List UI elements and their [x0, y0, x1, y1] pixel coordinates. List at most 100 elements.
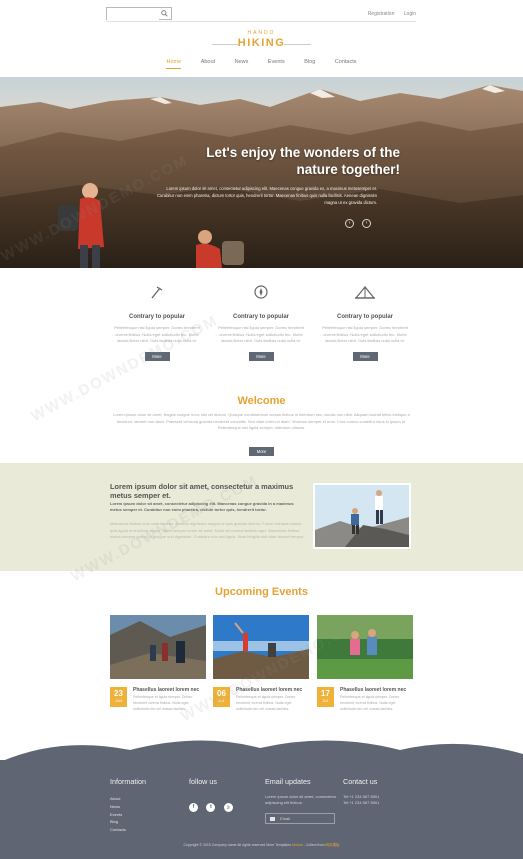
compass-icon: [254, 285, 268, 299]
event-title[interactable]: Phasellus laoreet lorem nec: [340, 687, 414, 693]
event-text: Pellentesque et ligula semper. Donec hen…: [133, 695, 193, 711]
copyright-link-source[interactable]: 网页模板: [326, 843, 340, 847]
site-logo[interactable]: HANDO HIKING: [0, 30, 523, 49]
event-date-badge: 23 JUN: [110, 687, 127, 707]
nav-contacts[interactable]: Contacts: [335, 59, 357, 68]
event-image-forest: [317, 615, 413, 679]
nav-events[interactable]: Events: [268, 59, 285, 68]
copyright-mid: - Collect from: [303, 843, 325, 847]
footer-email: Email updates Lorem ipsum dolor sit amet…: [265, 777, 337, 824]
footer-wave: [0, 740, 523, 762]
nav-home[interactable]: Home: [166, 59, 182, 69]
event-image-summit: [213, 615, 309, 679]
footer-link-events[interactable]: Events: [110, 811, 146, 819]
event-card[interactable]: 06 JUL Phasellus laoreet lorem nec Pelle…: [213, 615, 309, 711]
footer-link-contacts[interactable]: Contacts: [110, 826, 146, 834]
email-input[interactable]: Email: [265, 813, 335, 824]
search-box[interactable]: [106, 7, 172, 26]
footer-information-heading: Information: [110, 777, 146, 786]
logo-divider-right: [284, 44, 311, 45]
event-month: JUL: [322, 699, 329, 703]
hero-title-line2: nature together!: [296, 162, 400, 177]
copyright-text: Copyright © 2015 Company name All rights…: [183, 843, 292, 847]
footer-follow: follow us f t )): [189, 777, 237, 813]
event-text: Pellentesque et ligula semper. Donec hen…: [236, 695, 296, 711]
about-band: [0, 463, 523, 571]
about-photo: [313, 483, 411, 549]
feature-title: Contrary to popular: [336, 314, 393, 320]
event-date-badge: 17 JUL: [317, 687, 334, 707]
slider-next-button[interactable]: ›: [362, 219, 371, 228]
search-icon[interactable]: [161, 10, 168, 17]
account-links: Registration Login: [360, 11, 416, 17]
hero-title: Let's enjoy the wonders of the nature to…: [150, 144, 400, 178]
about-text: Maecenas finibus quis nulla facilisis. A…: [110, 521, 305, 539]
twitter-icon[interactable]: t: [206, 803, 216, 812]
nav-blog[interactable]: Blog: [304, 59, 315, 68]
event-photo[interactable]: [110, 615, 206, 679]
registration-link[interactable]: Registration: [368, 11, 395, 17]
contact-lines: Tel:+1 234 567 8901 Tel:+1 234 567 8901: [343, 794, 379, 806]
welcome-title: Welcome: [237, 395, 286, 407]
footer-information: Information About News Events Blog Conta…: [110, 777, 146, 834]
feature-card: Contrary to popular Pellentesque nisi li…: [314, 284, 416, 363]
logo-divider-left: [212, 44, 239, 45]
logo-tagline: HANDO: [247, 30, 276, 36]
login-link[interactable]: Login: [404, 11, 416, 17]
event-text: Pellentesque et ligula semper. Donec hen…: [340, 695, 400, 711]
nav-about[interactable]: About: [201, 59, 215, 68]
feature-text: Pellentesque nisi ligula semper. Donec h…: [114, 325, 200, 343]
rss-icon[interactable]: )): [223, 803, 233, 812]
footer-email-heading: Email updates: [265, 777, 311, 786]
slider-prev-button[interactable]: ‹: [345, 219, 354, 228]
event-title[interactable]: Phasellus laoreet lorem nec: [133, 687, 207, 693]
footer-contact: Contact us Tel:+1 234 567 8901 Tel:+1 23…: [343, 777, 379, 806]
facebook-icon[interactable]: f: [189, 803, 198, 812]
feature-card: Contrary to popular Pellentesque nisi li…: [106, 284, 208, 363]
footer-contact-heading: Contact us: [343, 777, 378, 786]
topbar-divider: [106, 21, 416, 22]
logo-title: HIKING: [237, 37, 286, 49]
footer-link-about[interactable]: About: [110, 795, 146, 803]
features-section: Contrary to popular Pellentesque nisi li…: [106, 284, 416, 374]
event-day: 17: [321, 689, 330, 698]
trekking-pole-icon: [151, 286, 163, 299]
feature-title: Contrary to popular: [232, 314, 289, 320]
search-input[interactable]: [107, 14, 159, 26]
climbers-image: [315, 485, 409, 547]
about-title: Lorem ipsum dolor sit amet, consectetur …: [110, 482, 294, 500]
event-card[interactable]: 23 JUN Phasellus laoreet lorem nec Pelle…: [110, 615, 206, 711]
feature-more-button[interactable]: More: [352, 351, 378, 361]
feature-text: Pellentesque nisi ligula semper. Donec h…: [218, 325, 304, 343]
feature-text: Pellentesque nisi ligula semper. Donec h…: [322, 325, 408, 343]
footer-email-text: Lorem ipsum dolor sit amet, consectetur …: [265, 794, 337, 805]
events-title: Upcoming Events: [215, 586, 308, 598]
event-title[interactable]: Phasellus laoreet lorem nec: [236, 687, 310, 693]
envelope-icon: [270, 817, 275, 821]
feature-title: Contrary to popular: [128, 314, 185, 320]
event-image-hikers: [110, 615, 206, 679]
feature-card: Contrary to popular Pellentesque nisi li…: [210, 284, 312, 363]
event-date-badge: 06 JUL: [213, 687, 230, 707]
footer-link-blog[interactable]: Blog: [110, 818, 146, 826]
email-placeholder: Email: [280, 816, 291, 821]
footer-link-news[interactable]: News: [110, 803, 146, 811]
feature-more-button[interactable]: More: [248, 351, 274, 361]
event-month: JUN: [115, 699, 122, 703]
welcome-text: Lorem ipsum dolor sit amet, feugiat cong…: [113, 412, 410, 431]
copyright-link-moban[interactable]: Moban: [292, 843, 303, 847]
hero-slider: Let's enjoy the wonders of the nature to…: [0, 77, 523, 268]
event-photo[interactable]: [317, 615, 413, 679]
footer-links: About News Events Blog Contacts: [110, 795, 146, 834]
footer-follow-heading: follow us: [189, 777, 217, 786]
feature-more-button[interactable]: More: [144, 351, 170, 361]
event-photo[interactable]: [213, 615, 309, 679]
event-card[interactable]: 17 JUL Phasellus laoreet lorem nec Pelle…: [317, 615, 413, 711]
event-day: 23: [114, 689, 123, 698]
welcome-more-button[interactable]: More: [249, 447, 274, 456]
event-month: JUL: [218, 699, 225, 703]
about-lead: Lorem ipsum dolor sit amet, consectetur …: [110, 501, 294, 512]
tent-icon: [354, 286, 376, 299]
nav-news[interactable]: News: [235, 59, 249, 68]
social-icons: f t )): [189, 795, 237, 813]
